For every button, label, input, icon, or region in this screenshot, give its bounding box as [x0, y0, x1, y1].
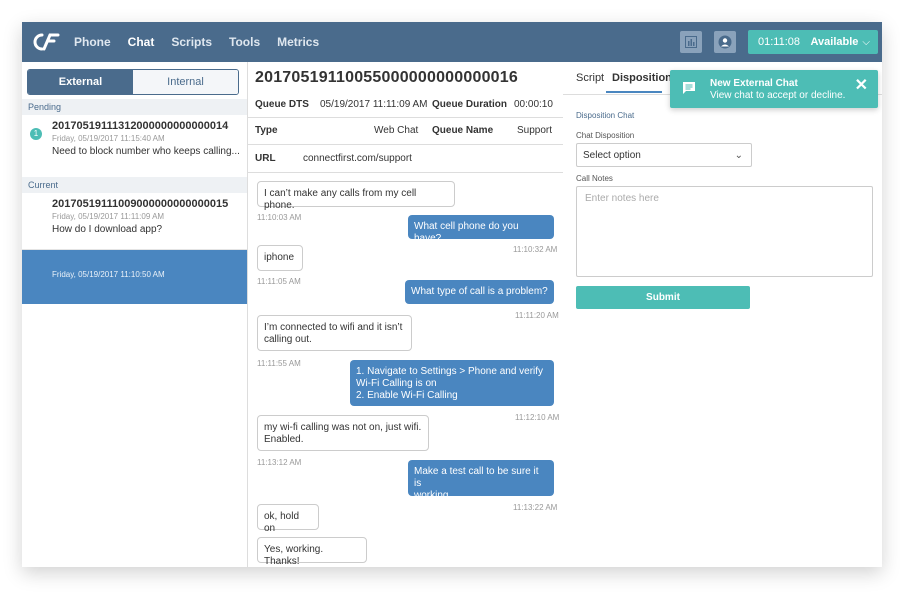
current-chat-item[interactable]: 20170519111009000000000000015 Friday, 05… — [22, 194, 247, 250]
chat-id: 20170519111312000000000000014 — [52, 120, 229, 132]
nav-chat[interactable]: Chat — [128, 35, 155, 49]
agent-status-dropdown[interactable]: 01:11:08 Available ⌵ — [748, 30, 878, 54]
nav-right: 01:11:08 Available ⌵ — [680, 30, 882, 54]
message-line: working. — [414, 490, 452, 501]
submit-button[interactable]: Submit — [576, 286, 750, 309]
incoming-message: ok, hold on — [257, 504, 319, 534]
message-time: 11:13:22 AM — [513, 503, 558, 512]
message-line: Wi-Fi Calling is on — [356, 378, 437, 389]
tab-disposition[interactable]: Disposition — [612, 72, 672, 84]
nav-tools[interactable]: Tools — [229, 35, 260, 49]
nav-phone[interactable]: Phone — [74, 35, 111, 49]
message-time: 11:12:10 AM — [515, 413, 560, 422]
chat-date: Friday, 05/19/2017 11:10:50 AM — [52, 270, 165, 279]
chat-detail-panel: 20170519110055000000000000016 Queue DTS … — [247, 62, 564, 567]
chat-preview: How do I download app? — [52, 224, 163, 235]
tab-script[interactable]: Script — [576, 72, 604, 84]
url-value[interactable]: connectfirst.com/support — [303, 153, 412, 164]
message-time: 11:11:05 AM — [257, 277, 301, 286]
outgoing-message: What type of call is a problem? — [405, 280, 554, 304]
queue-toggle: External Internal — [27, 69, 239, 95]
incoming-message: I can’t make any calls from my cell phon… — [257, 181, 455, 211]
select-value: Select option — [583, 149, 641, 161]
active-tab-indicator — [606, 91, 662, 93]
message-time: 11:11:55 AM — [257, 359, 301, 368]
message-line: my wi-fi calling was not on, just wifi. — [264, 422, 422, 433]
chevron-down-icon: ⌵ — [862, 36, 870, 48]
message-line: 2. Enable Wi-Fi Calling — [356, 390, 458, 401]
pending-chat-item[interactable]: 1 20170519111312000000000000014 Friday, … — [22, 116, 247, 178]
current-section-label: Current — [22, 177, 247, 193]
queue-duration-value: 00:00:10 — [514, 99, 553, 110]
incoming-message: Yes, working. Thanks! — [257, 537, 367, 567]
unread-badge: 1 — [30, 128, 42, 140]
metrics-icon — [685, 36, 697, 48]
chat-date: Friday, 05/19/2017 11:11:09 AM — [52, 212, 165, 221]
message-line: Make a test call to be sure it is — [414, 466, 539, 489]
queue-name-label: Queue Name — [432, 125, 494, 136]
selected-chat-item[interactable]: Friday, 05/19/2017 11:10:50 AM — [22, 250, 247, 304]
chat-disposition-label: Chat Disposition — [576, 131, 635, 140]
nav-metrics[interactable]: Metrics — [277, 35, 319, 49]
type-value: Web Chat — [374, 125, 419, 136]
chat-date: Friday, 05/19/2017 11:15:40 AM — [52, 134, 165, 143]
nav-scripts[interactable]: Scripts — [171, 35, 212, 49]
outgoing-message: 1. Navigate to Settings > Phone and veri… — [350, 360, 554, 406]
message-line: Enabled. — [264, 434, 304, 445]
toast-title: New External Chat — [710, 78, 798, 89]
close-icon[interactable]: ✕ — [855, 78, 868, 94]
call-notes-label: Call Notes — [576, 174, 613, 183]
divider — [247, 144, 563, 145]
pending-section-label: Pending — [22, 99, 247, 115]
top-nav: Phone Chat Scripts Tools Metrics 01:11:0… — [22, 22, 882, 62]
message-line: calling out. — [264, 334, 312, 345]
message-line: I’m connected to wifi and it isn’t — [264, 322, 403, 333]
message-line: 1. Navigate to Settings > Phone and veri… — [356, 366, 544, 377]
incoming-message: iphone — [257, 245, 303, 271]
chat-preview: Need to block number who keeps calling..… — [52, 146, 239, 157]
logo-icon — [33, 33, 60, 51]
disposition-panel: Script Disposition Disposition Chat Chat… — [563, 62, 882, 567]
tab-internal[interactable]: Internal — [133, 70, 238, 94]
call-notes-field[interactable]: Enter notes here — [576, 186, 873, 277]
user-icon — [718, 35, 732, 49]
metrics-button[interactable] — [680, 31, 702, 53]
section-title: Disposition Chat — [576, 111, 635, 120]
queue-duration-label: Queue Duration — [432, 99, 508, 110]
queue-dts-value: 05/19/2017 11:11:09 AM — [320, 99, 428, 110]
status-timer: 01:11:08 — [758, 36, 801, 48]
message-time: 11:10:03 AM — [257, 213, 302, 222]
new-chat-toast[interactable]: New External Chat View chat to accept or… — [670, 70, 878, 108]
outgoing-message: What cell phone do you have? — [408, 215, 554, 244]
divider — [247, 117, 563, 118]
status-label: Available — [810, 36, 859, 48]
incoming-message: my wi-fi calling was not on, just wifi. … — [257, 415, 429, 451]
chat-disposition-select[interactable]: Select option ⌄ — [576, 143, 752, 167]
tab-external[interactable]: External — [28, 70, 133, 94]
type-label: Type — [255, 125, 278, 136]
chevron-down-icon: ⌄ — [734, 149, 743, 161]
url-label: URL — [255, 153, 276, 164]
queue-name-value: Support — [517, 125, 553, 136]
chat-transcript: I can’t make any calls from my cell phon… — [247, 173, 563, 567]
message-time: 11:10:32 AM — [513, 245, 558, 254]
app-window: Phone Chat Scripts Tools Metrics 01:11:0… — [22, 22, 882, 567]
toast-subtitle: View chat to accept or decline. — [710, 90, 846, 101]
message-time: 11:11:20 AM — [515, 311, 559, 320]
outgoing-message: Make a test call to be sure it is workin… — [408, 460, 554, 501]
main-nav: Phone Chat Scripts Tools Metrics — [74, 35, 336, 49]
chat-bubble-icon — [683, 82, 695, 94]
incoming-message: I’m connected to wifi and it isn’t calli… — [257, 315, 412, 351]
queue-dts-label: Queue DTS — [255, 99, 309, 110]
chat-title: 20170519110055000000000000016 — [255, 69, 518, 86]
message-time: 11:13:12 AM — [257, 458, 302, 467]
chat-id: 20170519111009000000000000015 — [52, 198, 229, 210]
chat-queue-panel: External Internal Pending 1 201705191113… — [22, 62, 248, 567]
profile-button[interactable] — [714, 31, 736, 53]
